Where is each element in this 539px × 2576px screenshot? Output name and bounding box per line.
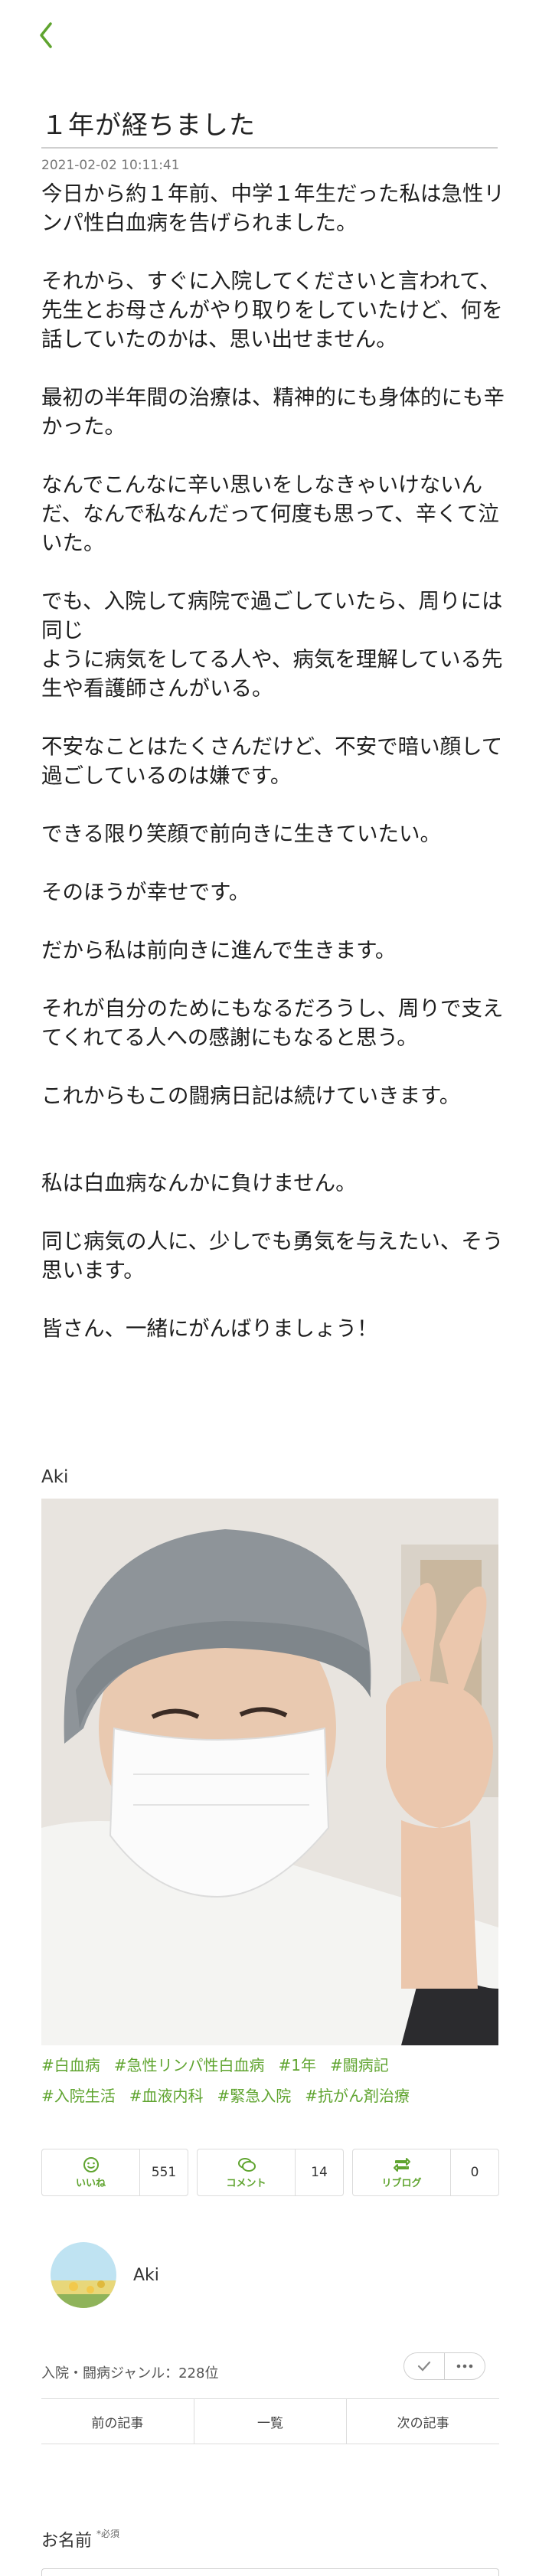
genre-ranking[interactable]: 入院・闘病ジャンル：228位 xyxy=(41,2362,218,2382)
chevron-left-icon xyxy=(40,22,52,48)
author-profile[interactable]: Aki xyxy=(51,2242,159,2308)
prev-article-link[interactable]: 前の記事 xyxy=(41,2399,194,2444)
paragraph: なんでこんなに辛い思いをしなきゃいけないんだ、なんで私なんだって何度も思って、辛… xyxy=(41,472,499,555)
reblog-icon xyxy=(393,2157,410,2172)
smile-icon xyxy=(83,2156,99,2172)
paragraph: できる限り笑顔で前向きに生きていたい。 xyxy=(41,822,441,846)
reblog-count: 0 xyxy=(470,2165,479,2180)
tag-link[interactable]: #血液内科 xyxy=(129,2087,204,2105)
tag-link[interactable]: #抗がん剤治療 xyxy=(305,2087,410,2105)
comment-button[interactable]: コメント 14 xyxy=(197,2149,344,2196)
post-date: 2021-02-02 10:11:41 xyxy=(41,158,180,173)
name-label-text: お名前 xyxy=(41,2532,93,2551)
paragraph: それが自分のためにもなるだろうし、周りで支えてくれてる人への感謝にもなると思う。 xyxy=(41,996,504,1050)
paragraph: 私は白血病なんかに負けません。 xyxy=(41,1171,357,1195)
paragraph: 同じ病気の人に、少しでも勇気を与えたい、そう思います。 xyxy=(41,1229,504,1283)
like-count: 551 xyxy=(151,2165,177,2180)
paragraph: でも、入院して病院で過ごしていたら、周りには同じ ように病気をしてる人や、病気を… xyxy=(41,589,503,701)
tag-list: #白血病 #急性リンパ性白血病 #1年 #闘病記 #入院生活 #血液内科 #緊急入院 #抗が… xyxy=(41,2050,501,2111)
paragraph: これからもこの闘病日記は続けていきます。 xyxy=(41,1084,461,1108)
check-button[interactable] xyxy=(404,2353,445,2379)
reblog-button[interactable]: リブログ 0 xyxy=(352,2149,499,2196)
like-button[interactable]: いいね 551 xyxy=(41,2149,188,2196)
post-controls xyxy=(403,2352,485,2380)
tag-link[interactable]: #闘病記 xyxy=(330,2056,389,2074)
paragraph: 今日から約１年前、中学１年生だった私は急性リンパ性白血病を告げられました。 xyxy=(41,181,505,235)
post-title: １年が経ちました xyxy=(41,110,256,141)
reaction-bar: いいね 551 コメント 14 リブログ 0 xyxy=(41,2149,499,2196)
comment-name-input[interactable] xyxy=(41,2568,499,2576)
post-signature: Aki xyxy=(41,1467,69,1487)
title-divider xyxy=(41,147,498,149)
paragraph: だから私は前向きに進んで生きます。 xyxy=(41,938,397,963)
tag-link[interactable]: #急性リンパ性白血病 xyxy=(114,2056,265,2074)
article-list-link[interactable]: 一覧 xyxy=(193,2399,347,2444)
paragraph: 不安なことはたくさんだけど、不安で暗い顔して過ごしているのは嫌です。 xyxy=(41,734,503,788)
article-pager: 前の記事 一覧 次の記事 xyxy=(41,2398,499,2444)
paragraph: 最初の半年間の治療は、精神的にも身体的にも辛かった。 xyxy=(41,385,505,439)
more-dots-icon xyxy=(456,2364,473,2368)
required-mark: 必須 xyxy=(101,2529,120,2539)
comment-name-label: お名前 *必須 xyxy=(41,2529,120,2551)
tag-link[interactable]: #白血病 xyxy=(41,2056,100,2074)
more-button[interactable] xyxy=(445,2353,485,2379)
tag-link[interactable]: #入院生活 xyxy=(41,2087,116,2105)
paragraph: そのほうが幸せです。 xyxy=(41,880,250,904)
reblog-label: リブログ xyxy=(381,2177,422,2189)
avatar xyxy=(51,2242,116,2308)
paragraph: それから、すぐに入院してくださいと言われて、先生とお母さんがやり取りをしていたけ… xyxy=(41,269,503,351)
comment-icon xyxy=(237,2157,256,2172)
check-icon xyxy=(417,2361,431,2372)
back-button[interactable] xyxy=(35,20,57,51)
comment-label: コメント xyxy=(226,2177,266,2189)
like-label: いいね xyxy=(75,2177,106,2189)
comment-count: 14 xyxy=(311,2165,328,2180)
next-article-link[interactable]: 次の記事 xyxy=(346,2399,499,2444)
paragraph: 皆さん、一緒にがんばりましょう！ xyxy=(41,1316,378,1341)
post-photo[interactable] xyxy=(41,1499,498,2045)
tag-link[interactable]: #1年 xyxy=(279,2056,316,2074)
post-body: 今日から約１年前、中学１年生だった私は急性リンパ性白血病を告げられました。 それ… xyxy=(41,179,516,1343)
author-name: Aki xyxy=(133,2265,159,2285)
tag-link[interactable]: #緊急入院 xyxy=(217,2087,292,2105)
